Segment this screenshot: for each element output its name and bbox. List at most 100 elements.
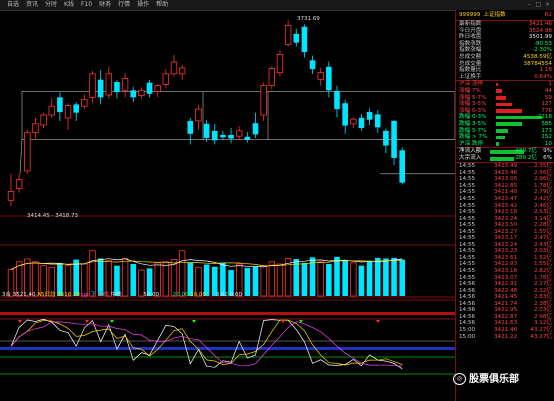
breadth-row: 跌幅 3-5% 585 xyxy=(456,121,554,128)
watermark-text: 股票俱乐部 xyxy=(469,374,519,385)
indicator-upper-band xyxy=(0,312,455,315)
breadth-row: 涨幅 7% 44 xyxy=(456,88,554,95)
stat-row: 指数量比 1.18 xyxy=(456,67,554,74)
maximize-icon[interactable]: □ xyxy=(534,0,543,10)
indicator-lower-band xyxy=(0,347,455,350)
tick-row: 15:00 3421.22 43.27亿 xyxy=(456,334,554,341)
tick-volume: 43.27亿 xyxy=(530,333,552,340)
close-icon[interactable]: × xyxy=(543,0,552,10)
buy-arrow-icon xyxy=(110,320,114,323)
breadth-value: 152 xyxy=(541,134,552,141)
stat-value: 38784554 xyxy=(523,60,552,67)
indicator-line xyxy=(10,318,403,370)
candle-body xyxy=(89,73,96,98)
breadth-value: 127 xyxy=(541,101,552,108)
stat-label: 指数量比 xyxy=(459,67,482,74)
menu-item-4[interactable]: F10 xyxy=(81,0,92,10)
volume-bar xyxy=(317,261,324,297)
stat-row: 昨日收盘 3501.99 xyxy=(456,34,554,41)
breadth-bar xyxy=(496,122,522,126)
sell-arrow-icon xyxy=(281,320,285,323)
menu-item-3[interactable]: K线 xyxy=(64,0,74,10)
breadth-label: 涨幅 3-5% xyxy=(459,101,487,108)
candle-body xyxy=(187,120,194,134)
menu-item-6[interactable]: 行情 xyxy=(118,0,130,10)
breadth-label: 涨幅 7% xyxy=(459,87,481,94)
candle-body xyxy=(64,105,72,119)
menu-item-1[interactable]: 资讯 xyxy=(26,0,38,10)
indicator-line xyxy=(10,319,403,366)
candle-body xyxy=(374,114,381,128)
volume-bar xyxy=(252,266,259,296)
stat-value: -80.53 xyxy=(533,40,552,47)
indicator-n1: 50.00 xyxy=(143,292,160,298)
stat-label: 最新指数 xyxy=(459,21,482,27)
candle-body xyxy=(146,82,153,94)
candle-body xyxy=(7,191,15,201)
stat-row: 指数涨幅 -2.30% xyxy=(456,47,554,54)
candle-body xyxy=(81,99,88,107)
volume-bar xyxy=(326,263,332,296)
kline-high-label: 3731.69 xyxy=(297,16,320,22)
candle-body xyxy=(73,104,79,113)
menu-item-5[interactable]: 财务 xyxy=(99,0,111,10)
stat-label: 上证换手 xyxy=(459,73,482,80)
volume-bar xyxy=(358,265,365,296)
breadth-value: 585 xyxy=(541,120,552,127)
indicator-tag-2: 下 xyxy=(90,292,97,298)
candle-body xyxy=(383,130,389,146)
stat-value: 1.18 xyxy=(539,67,552,74)
index-code: 999999 xyxy=(459,12,481,18)
candle-body xyxy=(301,26,308,53)
breadth-row: 涨幅 3-5% 127 xyxy=(456,101,554,108)
breadth-label: 跌幅 > 7% xyxy=(459,134,488,141)
stat-value: -2.30% xyxy=(532,47,552,54)
minimize-icon[interactable]: – xyxy=(525,0,534,10)
tick-list[interactable]: 14:55 3423.49 2.35亿 14:55 3423.46 2.56亿 14:55 3… xyxy=(456,163,554,340)
volume-bar xyxy=(391,257,397,296)
stat-row: 总成交额 4538.59亿 xyxy=(456,54,554,61)
menu-item-8[interactable]: 帮助 xyxy=(156,0,168,10)
candle-body xyxy=(399,150,405,183)
candle-body xyxy=(284,25,292,45)
flow-pct: 6% xyxy=(543,155,552,162)
volume-bar xyxy=(244,267,251,296)
candle-body xyxy=(105,73,112,96)
menu-item-2[interactable]: 分时 xyxy=(45,0,57,10)
volume-bar xyxy=(342,260,348,296)
kline-chart[interactable] xyxy=(0,10,455,401)
breadth-list: 沪深 涨停 1 涨幅 7% 44 涨幅 5-7% 59 涨幅 3-5% 127 涨幅 0-3% 7… xyxy=(456,81,554,147)
stat-value: 3501.99 xyxy=(528,34,552,41)
indicator-value-2: 3616.78 xyxy=(57,292,81,298)
candle-body xyxy=(309,60,316,70)
indicator-n3: 10.00 xyxy=(190,292,207,298)
breadth-row: 沪深 涨停 1 xyxy=(456,81,554,88)
candle-body xyxy=(57,97,63,113)
volume-bar xyxy=(399,259,405,296)
breadth-value: 2218 xyxy=(537,114,552,121)
wechat-icon: ◎ xyxy=(453,373,466,385)
candle-body xyxy=(317,72,324,81)
indicator-tag-4: 中线 xyxy=(110,292,122,298)
indicator-n5: 0.00 xyxy=(229,292,243,298)
indicator-prefix: 3合 xyxy=(2,292,11,298)
flow-value: -289.2亿 xyxy=(513,155,537,162)
indicator-title-bar: 3合 3521.40 A5日均 3616.78 up 下 红线 中线 50.00… xyxy=(2,291,242,299)
menu-item-0[interactable]: 自选 xyxy=(7,0,19,10)
buy-arrow-icon xyxy=(192,320,196,323)
candle-body xyxy=(252,123,259,135)
sell-arrow-icon xyxy=(18,320,22,323)
candle-body xyxy=(32,123,39,134)
stat-value: 3421.46 xyxy=(528,21,552,27)
candle-body xyxy=(130,90,137,98)
candle-body xyxy=(162,73,170,85)
candle-body xyxy=(178,67,186,75)
index-name: 上证指数 xyxy=(483,12,506,18)
volume-bar xyxy=(374,257,381,296)
sell-arrow-icon xyxy=(85,320,89,323)
volume-bar xyxy=(89,250,96,297)
breadth-bar xyxy=(496,142,499,146)
menu-item-7[interactable]: 操作 xyxy=(137,0,149,10)
breadth-value: 59 xyxy=(544,94,552,101)
candle-body xyxy=(211,130,218,141)
